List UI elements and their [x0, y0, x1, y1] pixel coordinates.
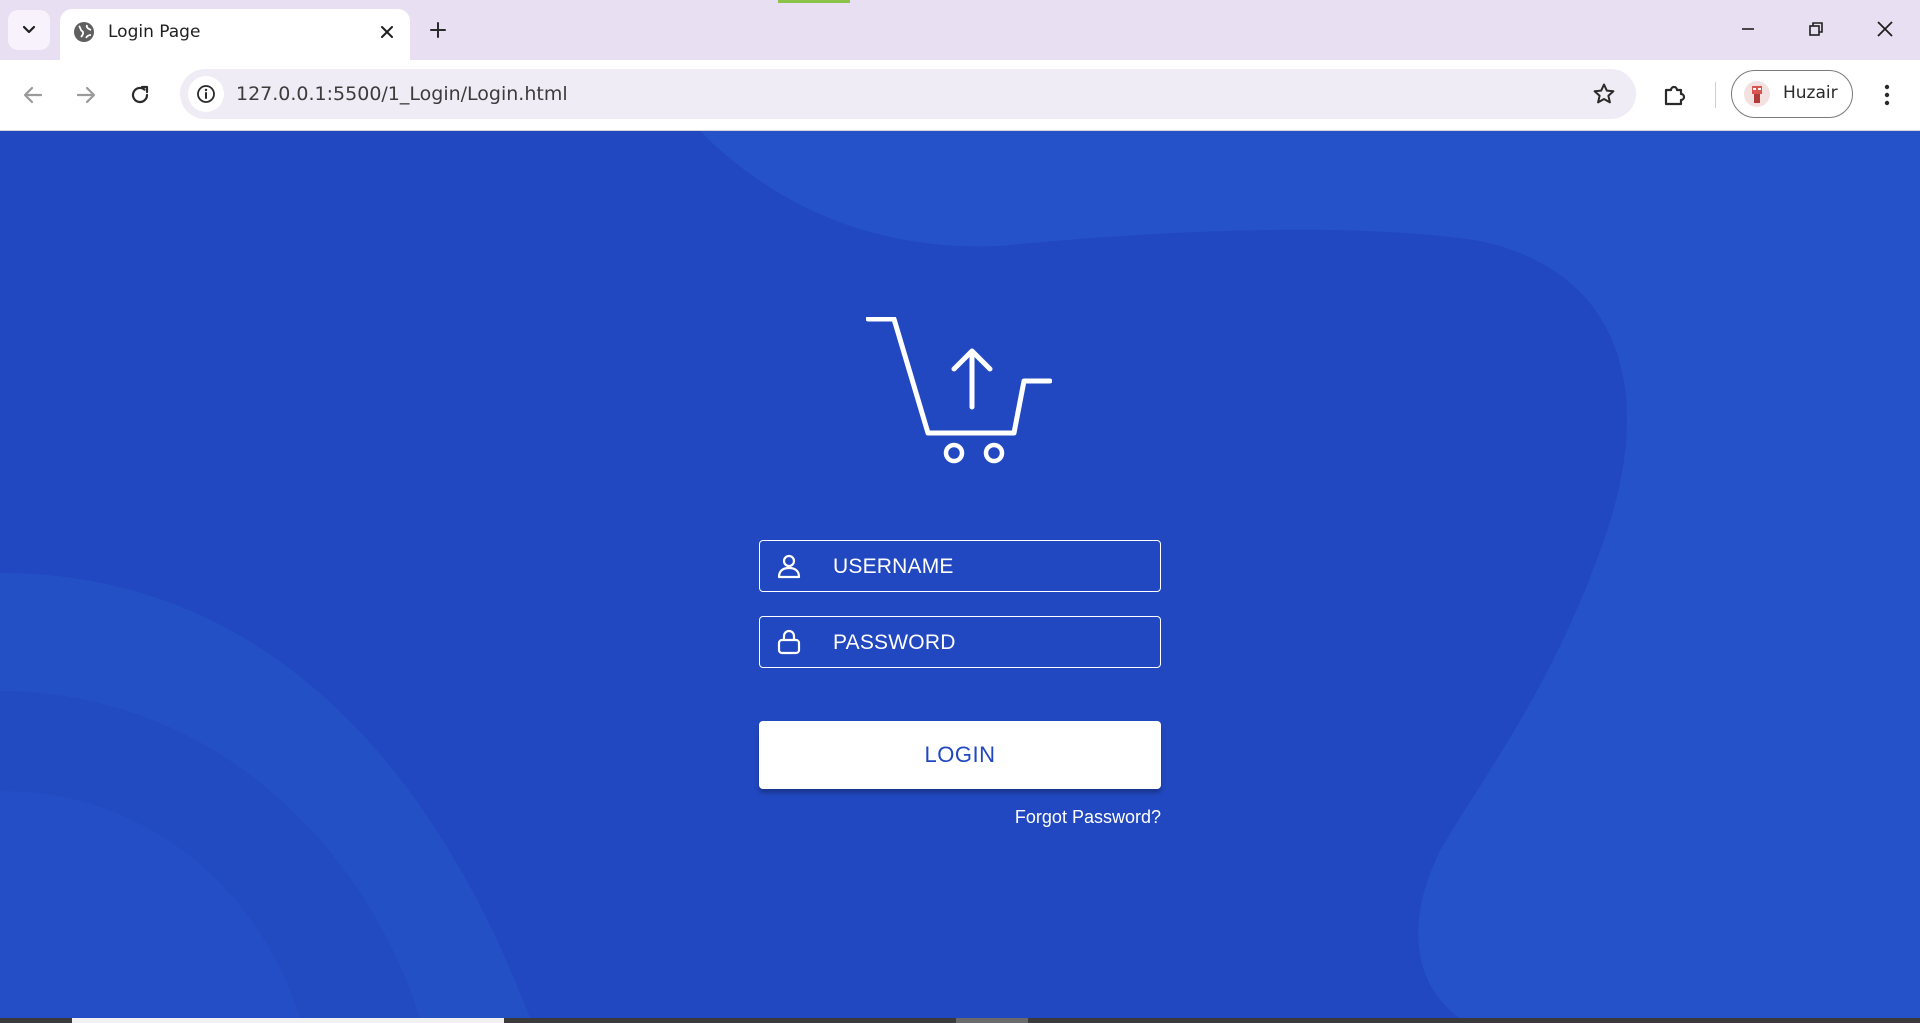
back-button[interactable]	[16, 78, 50, 112]
restore-icon	[1809, 22, 1823, 36]
close-window-button[interactable]	[1862, 8, 1908, 50]
tab-close-button[interactable]	[374, 19, 400, 45]
cart-upload-icon	[866, 317, 1052, 464]
toolbar-separator	[1715, 82, 1716, 108]
plus-icon	[430, 22, 446, 38]
tab-strip: Login Page	[0, 0, 1920, 60]
scrollbar-marker	[956, 1018, 1028, 1023]
password-placeholder: PASSWORD	[833, 631, 956, 654]
username-field[interactable]: USERNAME	[759, 540, 1161, 592]
horizontal-scrollbar[interactable]	[0, 1018, 1920, 1023]
password-field[interactable]: PASSWORD	[759, 616, 1161, 668]
username-placeholder: USERNAME	[833, 555, 954, 578]
star-icon	[1593, 83, 1615, 104]
profile-button[interactable]: Huzair	[1731, 70, 1853, 118]
globe-icon	[74, 22, 94, 42]
info-icon	[197, 85, 215, 103]
browser-toolbar: 127.0.0.1:5500/1_Login/Login.html Huzair	[0, 60, 1920, 131]
browser-menu-button[interactable]	[1870, 78, 1904, 112]
new-tab-button[interactable]	[422, 14, 454, 46]
extensions-button[interactable]	[1658, 78, 1692, 112]
profile-name: Huzair	[1783, 83, 1838, 103]
forgot-password-link[interactable]: Forgot Password?	[900, 807, 1161, 828]
url-text: 127.0.0.1:5500/1_Login/Login.html	[236, 83, 568, 105]
tab-login-page[interactable]: Login Page	[60, 9, 410, 60]
scrollbar-thumb[interactable]	[72, 1018, 504, 1023]
arrow-left-icon	[23, 86, 43, 104]
close-icon	[381, 26, 393, 38]
restore-button[interactable]	[1793, 8, 1839, 50]
user-icon	[777, 554, 801, 579]
lock-icon	[777, 629, 801, 655]
puzzle-icon	[1664, 85, 1686, 106]
reload-icon	[131, 85, 149, 104]
tab-search-button[interactable]	[8, 10, 50, 50]
login-button[interactable]: LOGIN	[759, 721, 1161, 789]
minimize-icon	[1742, 28, 1754, 30]
browser-window: Login Page 127.0.0.1:5500/1_Login/Login.…	[0, 0, 1920, 1023]
reload-button[interactable]	[123, 78, 157, 112]
minimize-button[interactable]	[1725, 8, 1771, 50]
kebab-menu-icon	[1884, 84, 1890, 106]
bookmark-button[interactable]	[1588, 78, 1620, 110]
login-page: USERNAME PASSWORD LOGIN Forgot Password?	[0, 131, 1920, 1018]
loading-indicator	[778, 0, 850, 3]
site-info-button[interactable]	[188, 76, 224, 112]
arrow-right-icon	[76, 86, 96, 104]
chevron-down-icon	[22, 25, 36, 34]
tab-title: Login Page	[108, 22, 201, 42]
avatar	[1744, 81, 1770, 107]
forward-button[interactable]	[69, 78, 103, 112]
address-bar[interactable]: 127.0.0.1:5500/1_Login/Login.html	[180, 69, 1636, 119]
close-icon	[1877, 21, 1893, 37]
